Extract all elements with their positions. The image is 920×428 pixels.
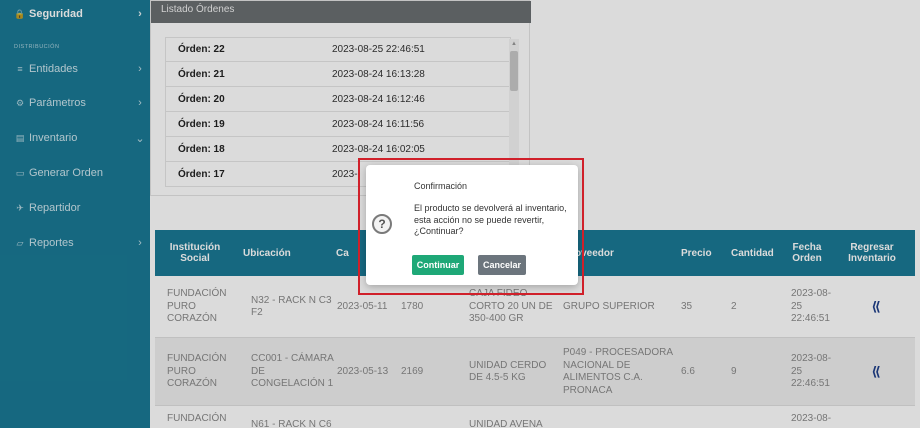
highlight-box xyxy=(358,158,584,295)
app-root: 🔒 Seguridad › DISTRIBUCIÓN ≡ Entidades ›… xyxy=(0,0,920,428)
